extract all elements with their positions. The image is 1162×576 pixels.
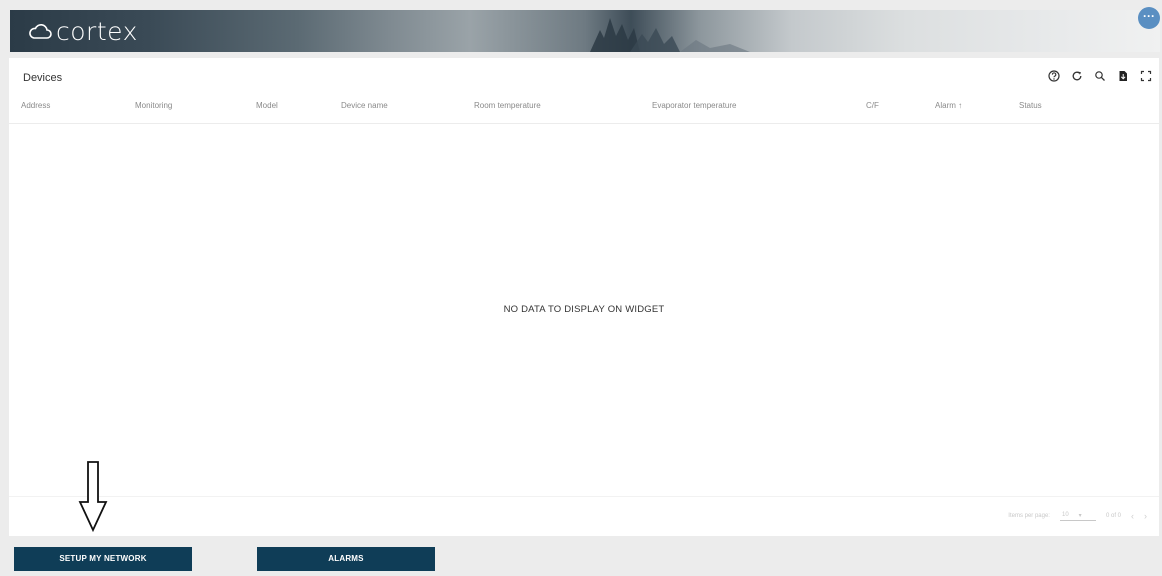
search-icon[interactable] (1093, 69, 1107, 83)
dropdown-arrow-icon: ▾ (1078, 512, 1082, 519)
forest-image (590, 18, 750, 52)
help-icon[interactable] (1047, 69, 1061, 83)
logo-text: cortex (56, 16, 138, 46)
table-footer: Items per page: 10 ▾ 0 of 0 ‹ › (9, 496, 1159, 536)
header-banner: cortex (10, 10, 1160, 52)
refresh-icon[interactable] (1070, 69, 1084, 83)
widget-title: Devices (23, 72, 63, 84)
previous-page-icon[interactable]: ‹ (1131, 511, 1134, 521)
column-header-device-name[interactable]: Device name (341, 101, 388, 110)
column-header-alarm[interactable]: Alarm ↑ (935, 101, 962, 110)
alarms-button[interactable]: ALARMS (257, 547, 435, 571)
fullscreen-icon[interactable] (1139, 69, 1153, 83)
column-header-status[interactable]: Status (1019, 101, 1042, 110)
column-header-model[interactable]: Model (256, 101, 278, 110)
empty-state-message: NO DATA TO DISPLAY ON WIDGET (503, 304, 665, 315)
page-size-value: 10 (1061, 512, 1069, 518)
table-header-row: Address Monitoring Model Device name Roo… (9, 98, 1159, 124)
column-header-address[interactable]: Address (21, 101, 50, 110)
column-header-evaporator-temperature[interactable]: Evaporator temperature (652, 101, 737, 110)
paginator: Items per page: 10 ▾ 0 of 0 ‹ › (1008, 511, 1147, 521)
page-size-select[interactable]: 10 ▾ (1059, 512, 1096, 521)
column-header-room-temperature[interactable]: Room temperature (474, 101, 541, 110)
page-range: 0 of 0 (1105, 513, 1121, 519)
items-per-page-label: Items per page: (1008, 513, 1050, 519)
widget-toolbar (1047, 69, 1153, 83)
export-icon[interactable] (1116, 69, 1130, 83)
devices-widget: Devices Address Monitoring Model Device … (9, 58, 1159, 536)
cloud-icon (29, 24, 52, 39)
more-menu-button[interactable]: ··· (1138, 7, 1160, 29)
next-page-icon[interactable]: › (1144, 511, 1147, 521)
cortex-logo[interactable]: cortex (28, 16, 138, 46)
down-arrow-annotation-icon (78, 461, 108, 532)
column-header-monitoring[interactable]: Monitoring (135, 101, 172, 110)
setup-my-network-button[interactable]: SETUP MY NETWORK (14, 547, 192, 571)
column-header-cf[interactable]: C/F (866, 101, 879, 110)
